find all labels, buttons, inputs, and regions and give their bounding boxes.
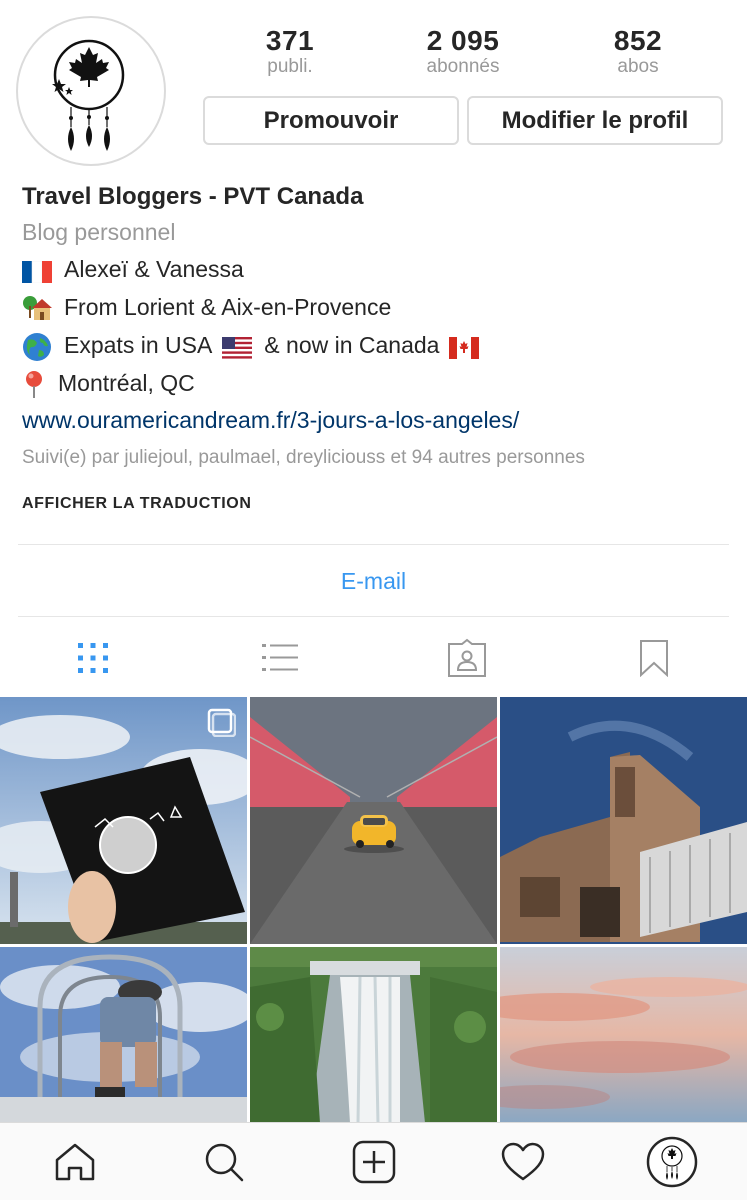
bio-line-origin-text: From Lorient & Aix-en-Provence: [64, 294, 392, 320]
show-translation-button[interactable]: AFFICHER LA TRADUCTION: [22, 494, 732, 514]
profile-stats: 371 publi. 2 095 abonnés 852 abos: [200, 26, 730, 82]
divider-top: [18, 544, 729, 545]
nav-search[interactable]: [149, 1123, 298, 1200]
profile-category: Blog personnel: [22, 219, 176, 245]
dreamcatcher-logo-icon: [52, 39, 125, 151]
profile-avatar-icon: [647, 1136, 698, 1187]
profile-bio: Travel Bloggers - PVT Canada Blog person…: [22, 180, 732, 514]
following-count-value: 852: [613, 25, 663, 56]
followed-by-text[interactable]: Suivi(e) par juliejoul, paulmael, dreyli…: [22, 438, 732, 478]
nav-new-post[interactable]: [299, 1123, 448, 1200]
bio-line-origin: From Lorient & Aix-en-Provence: [22, 288, 732, 326]
bookmark-icon: [639, 640, 668, 677]
bio-line-names-text: Alexeï & Vanessa: [64, 256, 244, 282]
grid-icon: [78, 643, 109, 673]
profile-name: Travel Bloggers - PVT Canada: [22, 183, 364, 210]
bio-line-canada-text: & now in Canada: [264, 332, 440, 358]
canada-flag-icon: [449, 332, 480, 359]
edit-profile-button[interactable]: Modifier le profil: [467, 96, 723, 145]
tab-tagged[interactable]: [374, 620, 561, 696]
tab-grid[interactable]: [0, 620, 187, 696]
posts-count[interactable]: 371 publi.: [200, 26, 380, 82]
tab-saved[interactable]: [560, 620, 747, 696]
bio-website-link[interactable]: www.ouramericandream.fr/3-jours-a-los-an…: [22, 402, 732, 438]
promote-button[interactable]: Promouvoir: [203, 96, 459, 145]
tagged-icon: [447, 638, 486, 677]
posts-count-label: publi.: [267, 56, 313, 77]
contact-row: E-mail: [0, 546, 747, 616]
post-thumbnail[interactable]: [500, 697, 747, 944]
following-count-label: abos: [617, 56, 659, 77]
pin-icon: [22, 370, 46, 398]
france-flag-icon: [22, 256, 52, 284]
followers-count[interactable]: 2 095 abonnés: [380, 26, 546, 82]
globe-icon: [22, 332, 52, 361]
post-thumbnail[interactable]: [0, 947, 247, 1123]
post-thumbnail[interactable]: [0, 697, 247, 944]
followers-count-label: abonnés: [426, 56, 500, 77]
heart-icon: [501, 1142, 545, 1180]
profile-tabs: [0, 620, 747, 696]
house-icon: [22, 294, 52, 320]
home-icon: [55, 1143, 94, 1180]
bottom-navigation: [0, 1122, 747, 1200]
post-thumbnail[interactable]: [250, 697, 497, 944]
posts-grid: [0, 697, 747, 1123]
bio-line-location: Montréal, QC: [22, 364, 732, 402]
tab-list[interactable]: [187, 620, 374, 696]
bio-line-names: Alexeï & Vanessa: [22, 250, 732, 288]
nav-home[interactable]: [0, 1123, 149, 1200]
nav-activity[interactable]: [448, 1123, 597, 1200]
email-button[interactable]: E-mail: [341, 568, 406, 595]
search-icon: [205, 1143, 244, 1181]
followers-count-value: 2 095: [426, 25, 500, 56]
list-icon: [262, 644, 299, 671]
carousel-icon: [207, 708, 236, 737]
bio-line-expats: Expats in USA & now in Canada: [22, 326, 732, 364]
post-thumbnail[interactable]: [250, 947, 497, 1123]
bio-line-location-text: Montréal, QC: [58, 370, 195, 396]
bio-line-expats-text: Expats in USA: [64, 332, 213, 358]
divider-bottom: [18, 616, 729, 617]
nav-profile[interactable]: [598, 1123, 747, 1200]
following-count[interactable]: 852 abos: [546, 26, 730, 82]
post-thumbnail[interactable]: [500, 947, 747, 1123]
posts-count-value: 371: [265, 25, 315, 56]
profile-avatar[interactable]: [16, 16, 166, 166]
add-post-icon: [352, 1140, 395, 1183]
usa-flag-icon: [222, 332, 253, 359]
